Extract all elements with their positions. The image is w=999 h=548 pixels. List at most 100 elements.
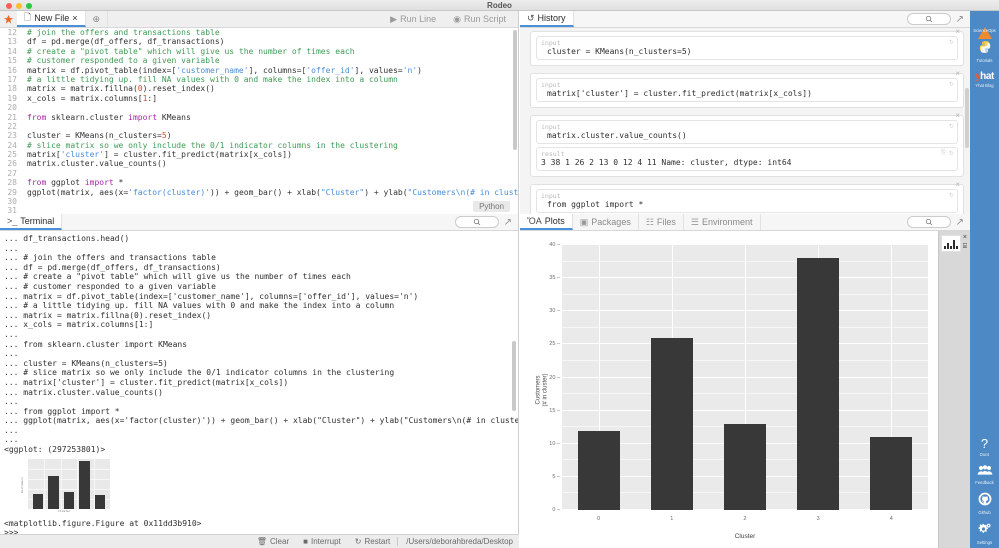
plots-search-input[interactable] xyxy=(906,216,951,228)
rail-item-label: Tutorials xyxy=(976,58,993,63)
history-expand-icon[interactable]: ↗ xyxy=(956,14,964,25)
line-number: 18 xyxy=(7,84,17,94)
code-text: matrix['cluster'] = cluster.fit_predict(… xyxy=(22,150,292,159)
run-script-button[interactable]: ◉ Run Script xyxy=(447,14,512,25)
history-block-actions[interactable]: ↻ xyxy=(949,123,954,130)
tab-files[interactable]: ☷ Files xyxy=(639,214,684,230)
history-card-close-icon[interactable]: × xyxy=(955,111,960,120)
prompt-icon: >_ xyxy=(7,216,18,226)
terminal-line: ... xyxy=(4,425,19,435)
code-token: import xyxy=(84,178,119,188)
rerun-icon[interactable]: ↻ xyxy=(949,39,954,46)
editor-tab-label: New File xyxy=(34,13,70,23)
line-number: 13 xyxy=(7,37,17,47)
editor-tab-close-icon[interactable]: × xyxy=(72,13,77,23)
file-icon: ☷ xyxy=(645,216,654,227)
code-line: 28 from ggplot import * xyxy=(0,178,518,187)
line-number: 15 xyxy=(7,56,17,66)
history-card[interactable]: × input from ggplot import * ↻ xyxy=(530,180,964,214)
history-card[interactable]: × input matrix.cluster.value_counts() ↻ resu… xyxy=(530,111,964,177)
tab-terminal[interactable]: >_ Terminal xyxy=(0,214,63,230)
rerun-icon[interactable]: ↻ xyxy=(949,123,954,130)
plot-close-icon[interactable]: × xyxy=(963,234,967,241)
python-icon xyxy=(978,40,992,57)
rerun-icon[interactable]: ↻ xyxy=(949,81,954,88)
terminal-expand-icon[interactable]: ↗ xyxy=(504,217,512,228)
tab-plots[interactable]: ὌA Plots xyxy=(520,214,573,230)
chart-y-tick-label: 5 – xyxy=(552,473,560,480)
chart-bar xyxy=(650,337,693,510)
run-line-button[interactable]: ▶ Run Line xyxy=(384,14,442,25)
code-token: import xyxy=(128,112,162,122)
restart-button[interactable]: ↻ Restart xyxy=(348,537,398,546)
tab-packages[interactable]: ▣ Packages xyxy=(573,214,639,230)
terminal-line: ... # create a "pivot table" which will … xyxy=(4,272,351,282)
history-list[interactable]: × input cluster = KMeans(n_clusters=5) ↻ × in… xyxy=(520,28,970,214)
code-text: cluster = KMeans(n_clusters=5) xyxy=(22,131,172,140)
rerun-icon[interactable]: ↻ xyxy=(949,150,954,157)
history-block-actions[interactable]: ↻ xyxy=(949,81,954,88)
terminal-line: ... matrix = matrix.fillna(0).reset_inde… xyxy=(4,310,212,320)
restart-label: Restart xyxy=(364,537,391,546)
interrupt-button[interactable]: ■ Interrupt xyxy=(296,537,348,546)
rail-item-feedback[interactable]: Feedback xyxy=(970,460,999,488)
rail-item-docs[interactable]: ? Docs xyxy=(970,433,999,460)
code-text: ggplot(matrix, aes(x='factor(cluster)'))… xyxy=(22,188,518,197)
new-tab-button[interactable]: ⊕ xyxy=(86,11,109,27)
rail-item-tutorials[interactable]: Tutorials xyxy=(970,36,999,66)
editor-tab-new-file[interactable]: 🗋 New File × xyxy=(17,11,86,27)
plots-expand-icon[interactable]: ↗ xyxy=(956,217,964,228)
rerun-icon[interactable]: ↻ xyxy=(949,192,954,199)
terminal-line: ... df_transactions.head() xyxy=(4,234,130,243)
terminal-statusbar: 🗑 Clear ■ Interrupt ↻ Restart /Users/deb… xyxy=(0,534,519,548)
terminal-output[interactable]: ... df_transactions.head()...... # join … xyxy=(0,231,518,534)
code-token: # slice matrix so we only include the 0/… xyxy=(27,140,398,150)
history-tab-label: History xyxy=(537,13,566,23)
clear-button[interactable]: 🗑 Clear xyxy=(250,537,296,546)
history-scrollbar[interactable] xyxy=(965,88,969,148)
rail-item-label: Settings xyxy=(976,540,993,545)
rail-item-settings[interactable]: Settings xyxy=(970,518,999,548)
tab-history[interactable]: ↺ History xyxy=(520,11,574,27)
code-token: 'factor(cluster)' xyxy=(128,187,211,197)
copy-icon[interactable]: ⎘ xyxy=(941,150,946,157)
stop-square-icon: ■ xyxy=(303,537,308,546)
history-card[interactable]: × input cluster = KMeans(n_clusters=5) ↻ xyxy=(530,28,964,66)
line-number: 16 xyxy=(7,65,17,75)
terminal-line: ... df = pd.merge(df_offers, df_transact… xyxy=(4,262,221,272)
plot-thumbnail[interactable] xyxy=(941,235,961,252)
history-card-close-icon[interactable]: × xyxy=(955,69,960,78)
rail-item-label: Feedback xyxy=(975,480,994,485)
rail-item-github[interactable]: Github xyxy=(970,488,999,518)
code-line: 31 xyxy=(0,206,518,214)
window-title: Rodeo xyxy=(487,1,512,10)
plot-thumbnail-bar xyxy=(950,245,952,249)
history-block-actions[interactable]: ⎘ ↻ xyxy=(941,150,954,157)
editor-scrollbar[interactable] xyxy=(513,30,517,150)
terminal-line: ... xyxy=(4,329,19,339)
history-block-actions[interactable]: ↻ xyxy=(949,192,954,199)
terminal-scrollbar[interactable] xyxy=(512,341,516,411)
history-block-actions[interactable]: ↻ xyxy=(949,39,954,46)
rail-item-scienceops[interactable]: ScienceOps xyxy=(970,11,999,39)
plot-thumbnail-bar xyxy=(947,242,949,249)
history-card-close-icon[interactable]: × xyxy=(955,28,960,36)
history-search-input[interactable] xyxy=(906,13,951,25)
window-titlebar: Rodeo xyxy=(0,0,999,11)
terminal-line: ... xyxy=(4,243,19,253)
code-token: 'n' xyxy=(402,65,418,75)
terminal-inline-plot-y-label: Customers xyxy=(20,476,24,493)
terminal-line: ... from sklearn.cluster import KMeans xyxy=(4,339,188,349)
code-editor[interactable]: 12 # join the offers and transactions tab… xyxy=(0,28,518,214)
tab-environment[interactable]: ☰ Environment xyxy=(684,214,761,230)
history-block-label: input xyxy=(541,123,561,131)
plot-save-icon[interactable]: ⌸ xyxy=(963,243,967,251)
code-token: ], values= xyxy=(354,65,403,75)
terminal-search-input[interactable] xyxy=(454,216,499,228)
history-card[interactable]: × input matrix['cluster'] = cluster.fit_pr… xyxy=(530,69,964,108)
rail-item-yhat-blog[interactable]: yhat Yhat Blog xyxy=(970,66,999,91)
chart-y-tick-label: 15 – xyxy=(549,407,560,414)
code-token: ] = cluster.fit_predict(matrix[x_cols]) xyxy=(104,150,292,160)
history-card-close-icon[interactable]: × xyxy=(955,180,960,189)
